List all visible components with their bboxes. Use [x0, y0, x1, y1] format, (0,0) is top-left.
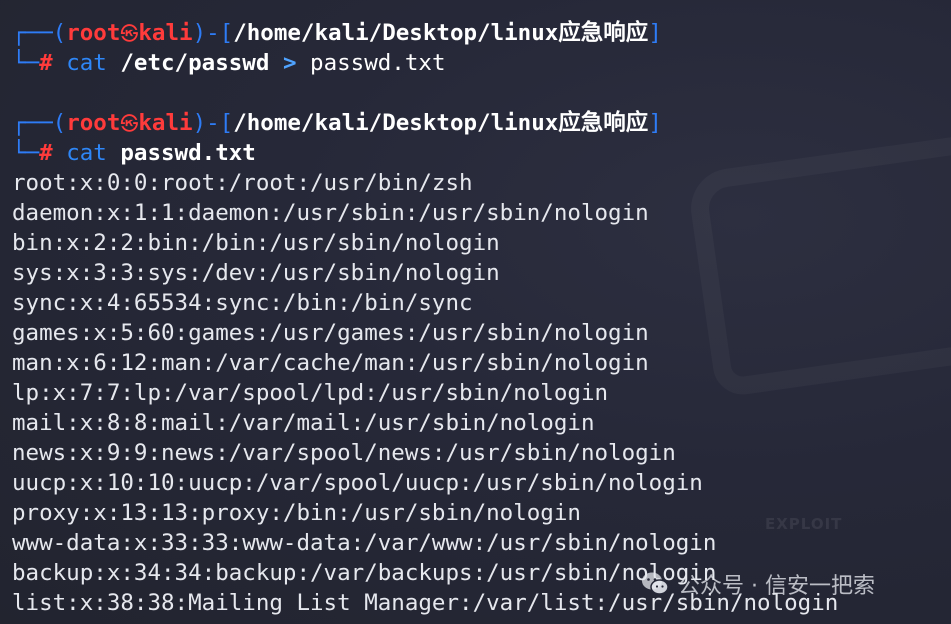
terminal-window[interactable]: EXPLOIT ┌──(root㉿kali)-[/home/kali/Deskt…: [0, 0, 951, 624]
prompt-host: kali: [138, 110, 193, 136]
command-target: passwd.txt: [310, 50, 446, 76]
prompt-symbol: #: [39, 140, 53, 166]
prompt-symbol: #: [39, 50, 53, 76]
output-line: games:x:5:60:games:/usr/games:/usr/sbin/…: [12, 320, 649, 346]
output-line: man:x:6:12:man:/var/cache/man:/usr/sbin/…: [12, 350, 649, 376]
command-redirect: >: [282, 50, 297, 76]
command-line: └─# cat /etc/passwd > passwd.txt: [12, 50, 446, 76]
watermark: 公众号 · 信安一把索: [640, 566, 875, 602]
prompt-cwd: /home/kali/Desktop/linux应急响应: [233, 110, 649, 136]
terminal-content[interactable]: ┌──(root㉿kali)-[/home/kali/Desktop/linux…: [12, 18, 951, 618]
output-line: sync:x:4:65534:sync:/bin:/bin/sync: [12, 290, 473, 316]
output-line: lp:x:7:7:lp:/var/spool/lpd:/usr/sbin/nol…: [12, 380, 609, 406]
output-line: proxy:x:13:13:proxy:/bin:/usr/sbin/nolog…: [12, 500, 581, 526]
skull-icon: ㉿: [120, 24, 139, 45]
output-line: root:x:0:0:root:/root:/usr/bin/zsh: [12, 170, 473, 196]
command-name: cat: [66, 50, 107, 76]
command-name: cat: [66, 140, 107, 166]
prompt-line: ┌──(root㉿kali)-[/home/kali/Desktop/linux…: [12, 110, 662, 136]
output-line: bin:x:2:2:bin:/bin:/usr/sbin/nologin: [12, 230, 500, 256]
prompt-user: root: [66, 110, 121, 136]
output-line: uucp:x:10:10:uucp:/var/spool/uucp:/usr/s…: [12, 470, 703, 496]
prompt-user: root: [66, 20, 121, 46]
output-line: daemon:x:1:1:daemon:/usr/sbin:/usr/sbin/…: [12, 200, 649, 226]
output-line: www-data:x:33:33:www-data:/var/www:/usr/…: [12, 530, 717, 556]
wechat-icon: [642, 572, 669, 595]
watermark-text: 公众号 · 信安一把索: [678, 574, 875, 599]
output-line: news:x:9:9:news:/var/spool/news:/usr/sbi…: [12, 440, 676, 466]
command-arg: passwd.txt: [120, 140, 256, 166]
output-line: mail:x:8:8:mail:/var/mail:/usr/sbin/nolo…: [12, 410, 595, 436]
prompt-line: ┌──(root㉿kali)-[/home/kali/Desktop/linux…: [12, 20, 662, 46]
prompt-host: kali: [138, 20, 193, 46]
output-line: sys:x:3:3:sys:/dev:/usr/sbin/nologin: [12, 260, 500, 286]
prompt-cwd: /home/kali/Desktop/linux应急响应: [233, 20, 649, 46]
skull-icon: ㉿: [120, 114, 139, 135]
command-arg: /etc/passwd: [120, 50, 270, 76]
command-line: └─# cat passwd.txt: [12, 140, 256, 166]
